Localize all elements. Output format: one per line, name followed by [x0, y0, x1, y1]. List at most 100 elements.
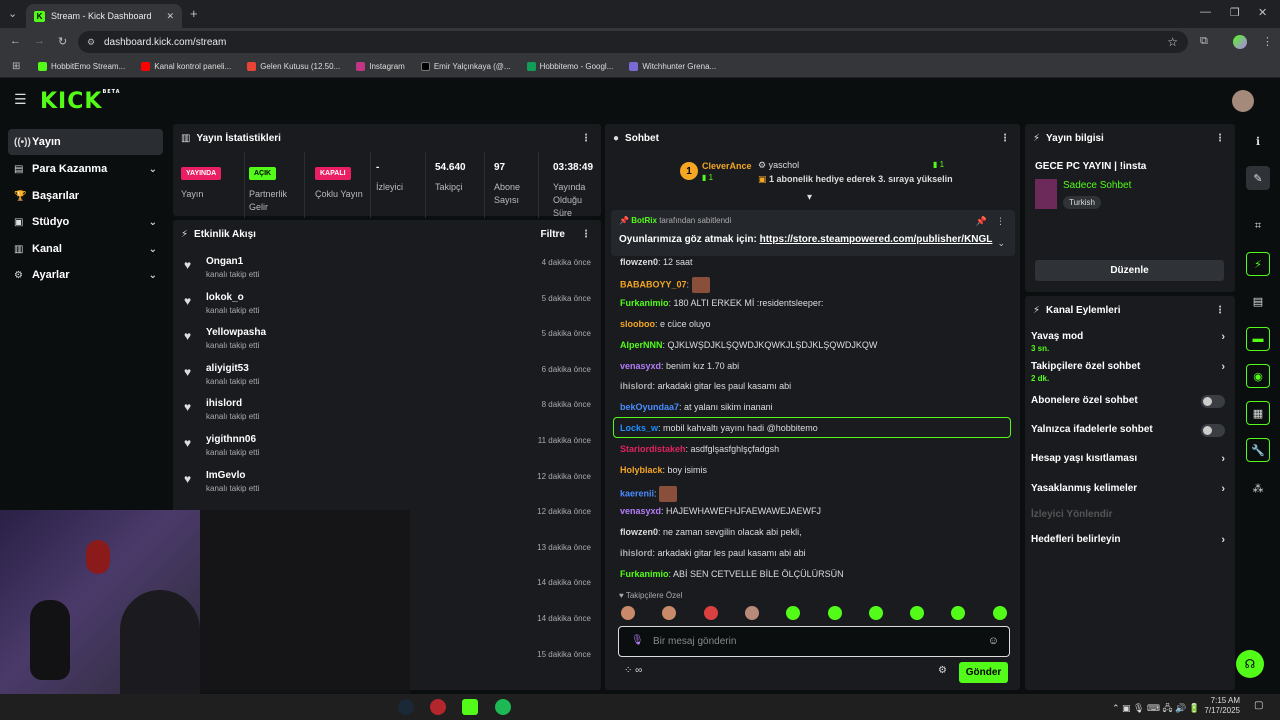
site-info-icon[interactable]: ⚙ [87, 37, 95, 48]
tray-icons[interactable]: ⌃ ▣ 🎙 ⌨ 🖧 🔊 🔋 [1112, 701, 1200, 717]
activity-item[interactable]: ♥ lokok_o kanalı takip etti 5 dakika önce [181, 290, 591, 326]
obs-icon[interactable] [430, 699, 446, 715]
minimize-icon[interactable]: — [1200, 6, 1211, 18]
activity-user[interactable]: lokok_o [206, 292, 244, 303]
activity-item[interactable]: ♥ ImGevlo kanalı takip etti 12 dakika önce [181, 468, 591, 504]
activity-user[interactable]: yigithnn06 [206, 434, 256, 445]
chat-message[interactable]: Furkanimio: ABİ SEN CETVELLE BİLE ÖLÇÜLÜ… [620, 569, 844, 579]
chat-username[interactable]: venasyxd [620, 506, 661, 516]
more-options-icon[interactable]: ⋮ [1215, 305, 1225, 316]
activity-user[interactable]: aliyigit53 [206, 363, 249, 374]
emote-icon[interactable] [910, 606, 925, 620]
chat-message[interactable]: bekOyundaa7: at yalanı sikim inanani [620, 402, 773, 412]
bookmark-item[interactable]: HobbitEmo Stream... [38, 62, 125, 71]
emote-icon[interactable] [744, 606, 759, 620]
activity-item[interactable]: ♥ ihislord kanalı takip etti 8 dakika önce [181, 396, 591, 432]
chat-message[interactable]: ihislord: arkadaki gitar les paul kasamı… [620, 381, 791, 391]
emoji-icon[interactable]: ☺ [988, 635, 999, 647]
chat-username[interactable]: Stariordistakeh [620, 444, 686, 454]
back-icon[interactable]: ← [10, 35, 21, 47]
chat-message[interactable]: venasyxd: HAJEWHAWEFHJFAEWAWEJAEWFJ [620, 506, 821, 516]
close-tab-icon[interactable]: ✕ [166, 11, 174, 22]
bookmark-item[interactable]: Hobbitemo - Googl... [526, 62, 613, 71]
activity-user[interactable]: ihislord [206, 398, 242, 409]
chat-input[interactable]: 🎙 Bir mesaj gönderin ☺ [618, 626, 1010, 657]
channel-action-item[interactable]: Hesap yaşı kısıtlaması › [1031, 453, 1225, 465]
quick-actions-icon[interactable]: ⚡ [1246, 252, 1270, 276]
activity-item[interactable]: ♥ aliyigit53 kanalı takip etti 6 dakika önc… [181, 361, 591, 397]
tab-list-icon[interactable]: ⌄ [8, 7, 17, 20]
chat-username[interactable]: flowzen0 [620, 257, 658, 267]
chrome-menu-icon[interactable]: ⋮ [1262, 35, 1273, 48]
chat-message[interactable]: Stariordistakeh: asdfglşasfghlşçfadgsh [620, 444, 779, 454]
broadcast-toggle-icon[interactable]: ◉ [1246, 364, 1270, 388]
activity-item[interactable]: ♥ yigithnn06 kanalı takip etti 11 dakika ön… [181, 432, 591, 468]
more-options-icon[interactable]: ⋮ [581, 229, 591, 240]
chat-message[interactable]: BABABOYY_07: [620, 277, 710, 293]
clipboard-icon[interactable]: ▤ [1246, 289, 1270, 313]
bookmark-item[interactable]: Instagram [356, 62, 405, 71]
chat-username[interactable]: Furkanimio [620, 298, 669, 308]
activity-user[interactable]: ImGevlo [206, 470, 245, 481]
browser-tab[interactable]: K Stream - Kick Dashboard ✕ [26, 4, 182, 28]
chat-message[interactable]: slooboo: e cüce oluyo [620, 319, 711, 329]
channel-action-item[interactable]: Yasaklanmış kelimeler › [1031, 483, 1225, 495]
support-headset-icon[interactable]: ☊ [1236, 650, 1264, 678]
bookmark-item[interactable]: Gelen Kutusu (12.50... [247, 62, 340, 71]
restore-icon[interactable]: ❐ [1230, 6, 1240, 19]
bookmark-item[interactable]: Witchhunter Grena... [629, 62, 716, 71]
edit-button[interactable]: Düzenle [1035, 260, 1224, 281]
chat-username[interactable]: slooboo [620, 319, 655, 329]
bookmark-item[interactable]: Kanal kontrol paneli... [141, 62, 231, 71]
chat-username[interactable]: venasyxd [620, 361, 661, 371]
chat-username[interactable]: flowzen0 [620, 527, 658, 537]
channel-action-item[interactable]: Yalnızca ifadelerle sohbet [1031, 424, 1225, 437]
chat-username[interactable]: kaerenii [620, 488, 654, 498]
extensions-icon[interactable]: ⧉ [1200, 35, 1208, 48]
url-input[interactable]: ⚙ dashboard.kick.com/stream ☆ [78, 31, 1188, 53]
kick-app-icon[interactable] [462, 699, 478, 715]
toggle-switch[interactable] [1201, 424, 1225, 437]
send-button[interactable]: Gönder [959, 662, 1008, 683]
chat-message[interactable]: Furkanimio: 180 ALTI ERKEK Mİ :residents… [620, 298, 823, 308]
activity-user[interactable]: Yellowpasha [206, 327, 266, 338]
hamburger-menu-icon[interactable]: ☰ [14, 91, 27, 108]
chat-message[interactable]: venasyxd: benim kız 1.70 abi [620, 361, 739, 371]
chat-settings-icon[interactable]: ⚙ [938, 665, 947, 676]
expand-chevron-icon[interactable]: ⌄ [997, 238, 1005, 249]
bookmark-item[interactable]: Emir Yalçınkaya (@... [420, 62, 511, 71]
bookmark-star-icon[interactable]: ☆ [1167, 35, 1178, 49]
points-icon[interactable]: ⁘ ∞ [624, 665, 642, 676]
more-options-icon[interactable]: ⋮ [581, 133, 591, 144]
steam-icon[interactable] [398, 699, 414, 715]
kick-logo[interactable]: KICKBETA [40, 89, 121, 114]
pinned-options-icon[interactable]: ⋮ [996, 216, 1005, 227]
emote-icon[interactable] [992, 606, 1007, 620]
channel-action-item[interactable]: Abonelere özel sohbet [1031, 395, 1225, 408]
wrench-icon[interactable]: 🔧 [1246, 438, 1270, 462]
spotify-icon[interactable] [495, 699, 511, 715]
sidebar-item-studyo[interactable]: ▣ Stüdyo ⌄ [8, 209, 163, 235]
channel-action-item[interactable]: Hedefleri belirleyin › [1031, 534, 1225, 546]
new-tab-icon[interactable]: + [190, 6, 198, 21]
emote-icon[interactable] [868, 606, 883, 620]
unpin-icon[interactable]: 📌 [976, 216, 987, 227]
layout-toggle-icon[interactable]: ▦ [1246, 401, 1270, 425]
notification-icon[interactable]: ▢ [1254, 700, 1263, 711]
sidebar-item-yayin[interactable]: ((•)) Yayın [8, 129, 163, 155]
activity-item[interactable]: ♥ Yellowpasha kanalı takip etti 5 dakika ön… [181, 325, 591, 361]
chat-message[interactable]: flowzen0: ne zaman sevgilin olacak abi p… [620, 527, 802, 537]
chat-username[interactable]: Furkanimio [620, 569, 669, 579]
chat-username[interactable]: Holyblack [620, 465, 663, 475]
mic-icon[interactable]: 🎙 [631, 635, 644, 646]
top-gifter-name[interactable]: CleverAnce [702, 161, 752, 171]
sidebar-item-kanal[interactable]: ▥ Kanal ⌄ [8, 236, 163, 262]
chat-username[interactable]: ihislord [620, 381, 653, 391]
category-link[interactable]: Sadece Sohbet [1063, 180, 1131, 191]
emote-icon[interactable] [621, 606, 635, 620]
filter-button[interactable]: Filtre [541, 229, 565, 240]
more-options-icon[interactable]: ⋮ [1000, 133, 1010, 144]
crop-icon[interactable]: ⌗ [1246, 214, 1270, 238]
activity-user[interactable]: Ongan1 [206, 256, 243, 267]
activity-item[interactable]: ♥ Ongan1 kanalı takip etti 4 dakika önce [181, 254, 591, 290]
